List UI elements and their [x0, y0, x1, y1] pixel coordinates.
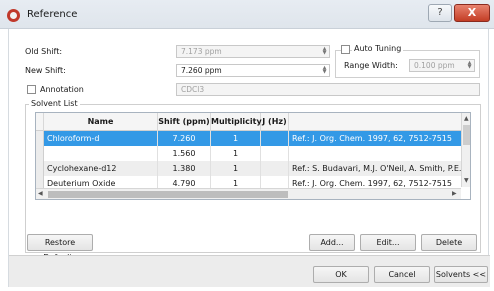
auto-tuning-checkbox[interactable] — [341, 45, 350, 54]
table-row[interactable]: Chloroform-d 7.260 1 Ref.: J. Org. Chem. 19… — [36, 131, 461, 146]
old-shift-value: 7.173 ppm — [181, 47, 222, 56]
help-button[interactable]: ? — [428, 4, 452, 22]
solvent-table[interactable]: Name Shift (ppm) Multiplicity J (Hz) Chl… — [35, 112, 471, 200]
column-header-multiplicity[interactable]: Multiplicity — [211, 113, 262, 131]
cell-name — [44, 146, 158, 161]
annotation-label: Annotation — [40, 85, 84, 94]
cancel-button[interactable]: Cancel — [374, 266, 430, 283]
scroll-right-icon[interactable]: ▶ — [452, 190, 457, 197]
ok-button[interactable]: OK — [313, 266, 369, 283]
cell-name: Cyclohexane-d12 — [44, 161, 158, 176]
cell-ref: Ref.: S. Budavari, M.J. O'Neil, A. Smith… — [292, 164, 461, 173]
solvent-list-title: Solvent List — [29, 99, 80, 108]
title-bar: Reference ? X — [0, 0, 494, 29]
column-header-reference[interactable] — [289, 113, 461, 131]
annotation-field: CDCl3 — [176, 83, 480, 96]
cell-j — [261, 146, 289, 161]
row-header[interactable] — [36, 146, 44, 161]
cell-ref — [289, 146, 461, 161]
scroll-up-icon[interactable]: ▲ — [464, 115, 469, 122]
edit-button[interactable]: Edit... — [360, 234, 416, 251]
cell-multiplicity: 1 — [211, 131, 261, 146]
close-button[interactable]: X — [454, 4, 490, 22]
old-shift-spinner-icon: ▲ ▼ — [322, 46, 327, 56]
column-header-shift[interactable]: Shift (ppm) — [158, 113, 211, 131]
scroll-down-icon[interactable]: ▼ — [464, 177, 469, 184]
cell-multiplicity: 1 — [211, 146, 261, 161]
range-width-value: 0.100 ppm — [414, 61, 455, 70]
range-width-label: Range Width: — [344, 61, 398, 70]
row-header[interactable] — [36, 161, 44, 176]
table-header: Name Shift (ppm) Multiplicity J (Hz) — [36, 113, 461, 131]
row-header-corner — [36, 113, 44, 131]
table-row[interactable]: Cyclohexane-d12 1.380 1 Ref.: S. Budavari, … — [36, 161, 461, 176]
new-shift-label: New Shift: — [25, 66, 66, 75]
horizontal-scrollbar[interactable]: ◀ ▶ — [36, 188, 461, 199]
new-shift-value: 7.260 ppm — [181, 66, 222, 75]
cell-ref: Ref.: J. Org. Chem. 1997, 62, 7512-7515 — [292, 134, 452, 143]
new-shift-field[interactable]: 7.260 ppm ▲ ▼ — [176, 64, 330, 77]
column-header-name[interactable]: Name — [44, 113, 158, 131]
cell-shift: 1.380 — [158, 161, 211, 176]
new-shift-spinner-icon[interactable]: ▲ ▼ — [321, 66, 328, 75]
cell-shift: 1.560 — [158, 146, 211, 161]
cell-j — [261, 161, 289, 176]
horizontal-scroll-thumb[interactable] — [48, 191, 288, 198]
solvents-toggle-button[interactable]: Solvents << — [434, 266, 488, 283]
range-width-field: 0.100 ppm ▲ ▼ — [409, 59, 475, 72]
cell-shift: 7.260 — [158, 131, 211, 146]
app-icon — [7, 9, 20, 22]
annotation-checkbox[interactable] — [27, 85, 36, 94]
vertical-scrollbar[interactable]: ▲ ▼ — [461, 113, 470, 187]
delete-button[interactable]: Delete — [421, 234, 477, 251]
range-width-spinner-icon: ▲ ▼ — [467, 60, 472, 70]
table-row[interactable]: 1.560 1 — [36, 146, 461, 161]
column-header-j[interactable]: J (Hz) — [261, 113, 289, 131]
auto-tuning-label: Auto Tuning — [352, 44, 404, 53]
vertical-scroll-thumb[interactable] — [463, 125, 470, 145]
annotation-value: CDCl3 — [181, 85, 205, 94]
cell-name: Chloroform-d — [44, 131, 158, 146]
cell-j — [261, 131, 289, 146]
row-header[interactable] — [36, 131, 44, 146]
restore-defaults-button[interactable]: Restore Defaults — [27, 234, 93, 262]
scroll-left-icon[interactable]: ◀ — [38, 190, 43, 197]
cell-multiplicity: 1 — [211, 161, 261, 176]
add-button[interactable]: Add... — [309, 234, 355, 251]
old-shift-field: 7.173 ppm ▲ ▼ — [176, 45, 330, 58]
window-title: Reference — [27, 9, 78, 20]
old-shift-label: Old Shift: — [25, 47, 63, 56]
